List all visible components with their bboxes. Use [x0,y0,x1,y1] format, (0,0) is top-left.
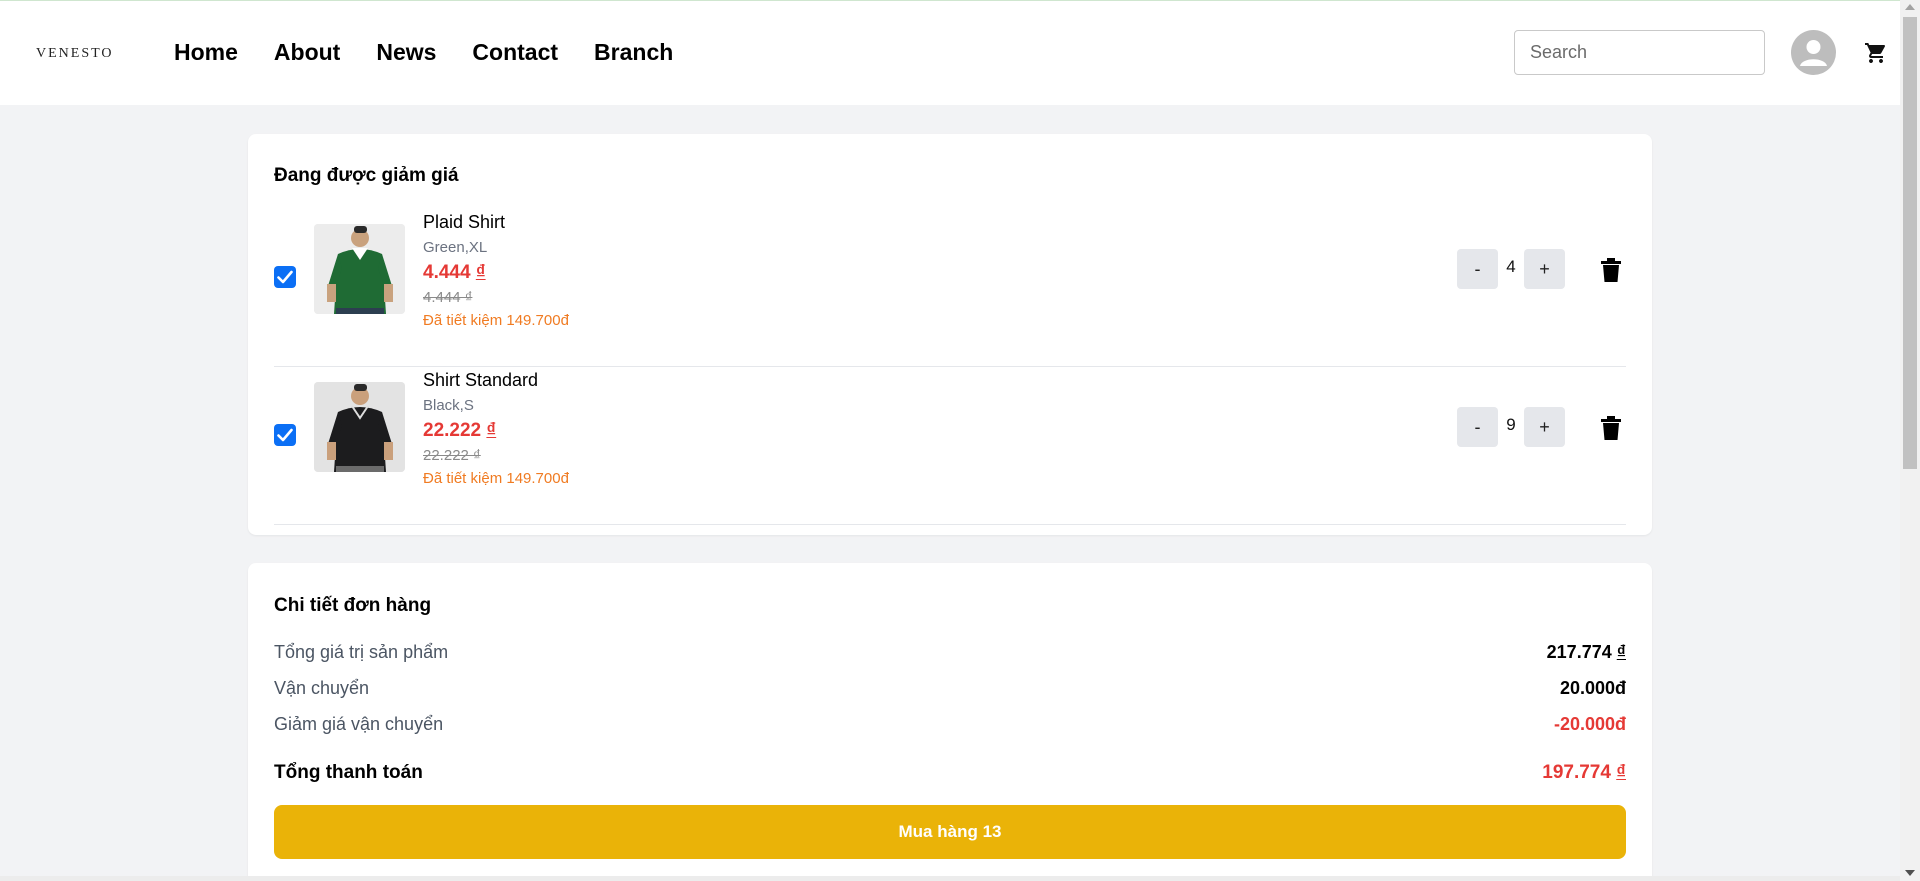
discounted-items-card: Đang được giảm giá Plaid Shirt Green,XL … [248,134,1652,535]
checkout-button[interactable]: Mua hàng 13 [274,805,1626,859]
shopping-cart-icon[interactable] [1864,41,1888,65]
increase-quantity-button[interactable]: + [1524,249,1565,289]
trash-icon[interactable] [1600,258,1622,282]
nav-contact[interactable]: Contact [472,39,558,66]
decrease-quantity-button[interactable]: - [1457,407,1498,447]
summary-title: Chi tiết đơn hàng [274,595,432,616]
nav-news[interactable]: News [376,39,436,66]
item-checkbox[interactable] [274,266,296,288]
shipping-value: 20.000đ [1559,678,1626,698]
product-image[interactable] [314,382,405,472]
brand-logo[interactable]: VENESTO [36,46,114,62]
product-price: 4.444 ₫ [423,262,486,283]
product-variant: Black,S [423,397,474,414]
product-name[interactable]: Shirt Standard [423,370,538,391]
shipping-discount-value: -20.000đ [1553,714,1626,734]
quantity-value: 9 [1506,415,1516,434]
order-summary-card: Chi tiết đơn hàng Tổng giá trị sản phẩm … [248,563,1652,881]
product-old-price: 4.444 ₫ [423,289,473,306]
search-input[interactable] [1514,30,1765,75]
site-header: VENESTO Home About News Contact Branch [0,1,1900,105]
shipping-row: Vận chuyển 20.000đ [274,678,1626,702]
item-checkbox[interactable] [274,424,296,446]
total-value: 197.774 ₫ [1542,762,1626,783]
subtotal-value: 217.774 ₫ [1546,642,1626,662]
scrollbar-thumb[interactable] [1903,17,1917,469]
nav-about[interactable]: About [274,39,340,66]
subtotal-label: Tổng giá trị sản phẩm [274,642,449,662]
nav-home[interactable]: Home [174,39,238,66]
total-label: Tổng thanh toán [274,762,423,783]
scroll-up-icon[interactable] [1905,4,1915,10]
user-avatar-icon[interactable] [1791,30,1836,75]
main-nav: Home About News Contact Branch [174,39,709,66]
total-row: Tổng thanh toán 197.774 ₫ [274,762,1626,786]
shipping-discount-row: Giảm giá vận chuyển -20.000đ [274,714,1626,738]
shipping-discount-label: Giảm giá vận chuyển [274,714,444,734]
product-price: 22.222 ₫ [423,420,497,441]
product-image[interactable] [314,224,405,314]
trash-icon[interactable] [1600,416,1622,440]
increase-quantity-button[interactable]: + [1524,407,1565,447]
cart-item: Plaid Shirt Green,XL 4.444 ₫ 4.444 ₫ Đã … [274,209,1626,367]
product-saving: Đã tiết kiệm 149.700đ [423,470,569,487]
product-old-price: 22.222 ₫ [423,447,481,464]
scroll-down-icon[interactable] [1905,870,1915,876]
nav-branch[interactable]: Branch [594,39,673,66]
decrease-quantity-button[interactable]: - [1457,249,1498,289]
bottom-edge [0,876,1900,881]
product-variant: Green,XL [423,239,488,256]
section-title: Đang được giảm giá [274,165,459,186]
product-saving: Đã tiết kiệm 149.700đ [423,312,569,329]
shipping-label: Vận chuyển [274,678,370,698]
subtotal-row: Tổng giá trị sản phẩm 217.774 ₫ [274,642,1626,666]
cart-item: Shirt Standard Black,S 22.222 ₫ 22.222 ₫… [274,367,1626,525]
quantity-value: 4 [1506,257,1516,276]
product-name[interactable]: Plaid Shirt [423,212,505,233]
